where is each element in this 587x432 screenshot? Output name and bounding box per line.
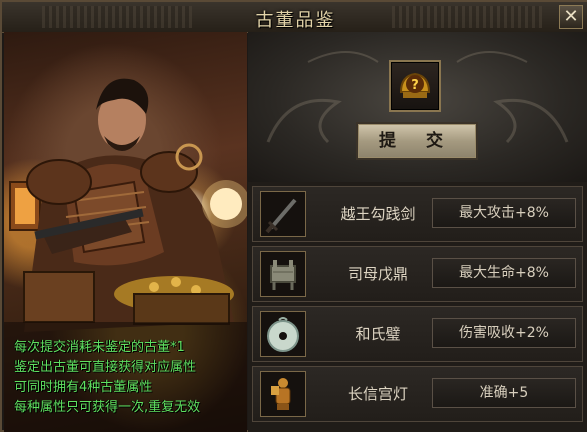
antique-icon-slot[interactable]: [260, 311, 306, 357]
antique-name: 和氏璧: [355, 325, 401, 343]
antique-attribute: 最大生命+8%: [432, 258, 576, 288]
close-icon: ✕: [563, 6, 579, 27]
character-portrait: 每次提交消耗未鉴定的古董*1 鉴定出古董可直接获得对应属性 可同时拥有4种古董属…: [4, 32, 247, 432]
antique-attribute: 准确+5: [432, 378, 576, 408]
antique-row: 司母戊鼎 最大生命+8%: [252, 246, 583, 302]
close-button[interactable]: ✕: [559, 5, 583, 29]
antique-name: 司母戊鼎: [347, 265, 408, 283]
mystery-antique-icon: ?: [399, 72, 431, 98]
antique-row: 长信宫灯 准确+5: [252, 366, 583, 422]
antique-attribute: 最大攻击+8%: [432, 198, 576, 228]
antique-slot[interactable]: ?: [389, 60, 441, 112]
submit-button[interactable]: 提 交: [358, 124, 476, 158]
jade-disc-icon: [267, 317, 299, 352]
antique-list: 越王勾践剑 最大攻击+8% 司母戊鼎 最大生命+8% 和氏璧 伤害吸收+2% 长…: [248, 182, 587, 432]
submit-panel: ? 提 交: [248, 32, 587, 182]
rule-line: 鉴定出古董可直接获得对应属性: [14, 360, 197, 375]
slot-question-mark: ?: [411, 78, 419, 93]
antique-icon-slot[interactable]: [260, 251, 306, 297]
window-title: 古董品鉴: [255, 10, 336, 31]
antique-row: 越王勾践剑 最大攻击+8%: [252, 186, 583, 242]
rule-line: 可同时拥有4种古董属性: [14, 380, 153, 395]
cauldron-icon: [270, 260, 296, 290]
rules-description: 每次提交消耗未鉴定的古董*1 鉴定出古董可直接获得对应属性 可同时拥有4种古董属…: [14, 338, 244, 418]
title-bar: 古董品鉴 ✕: [2, 2, 587, 33]
antique-attribute: 伤害吸收+2%: [432, 318, 576, 348]
antique-icon-slot[interactable]: [260, 191, 306, 237]
antique-name: 越王勾践剑: [340, 205, 416, 223]
antique-name: 长信宫灯: [347, 385, 408, 403]
antique-row: 和氏璧 伤害吸收+2%: [252, 306, 583, 362]
sword-icon: [265, 198, 297, 234]
palace-lamp-icon: [271, 378, 291, 410]
rule-line: 每次提交消耗未鉴定的古董*1: [14, 340, 185, 355]
rule-line: 每种属性只可获得一次,重复无效: [14, 400, 201, 415]
antique-icon-slot[interactable]: [260, 371, 306, 417]
antique-appraisal-window: 古董品鉴 ✕ 每次提交消耗未鉴定的古董*1 鉴定出古董可直接获得对应属性 可同时…: [0, 0, 587, 432]
